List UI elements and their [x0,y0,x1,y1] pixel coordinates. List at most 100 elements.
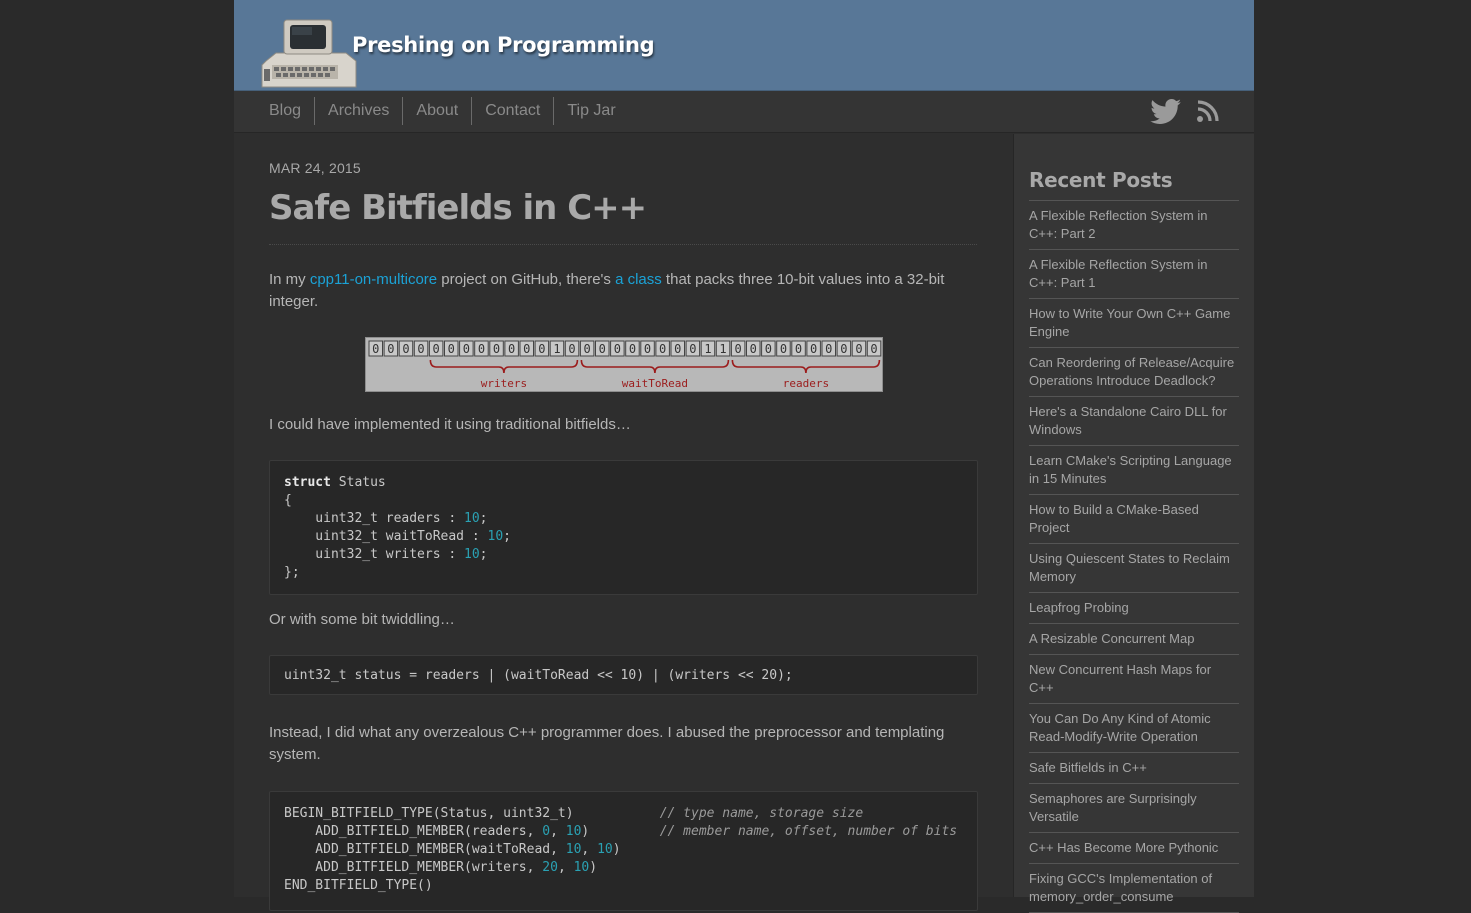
code-text: ) [612,842,621,857]
bitfield-diagram-svg: 0 0 0 0 0 0 0 0 0 0 0 0 1 0 0 0 0 0 0 0 0 0 1 1 0 0 0 0 0 0 0 0 0 0writer… [368,340,882,390]
code-text: { [284,493,292,508]
bit-value: 0 [750,342,757,356]
bit-value: 0 [795,342,802,356]
bit-value: 0 [870,342,877,356]
bitfield-diagram: 0 0 0 0 0 0 0 0 0 0 0 0 1 0 0 0 0 0 0 0 0 0 1 1 0 0 0 0 0 0 0 0 0 0 writer… [365,337,883,392]
bit-value: 0 [659,342,666,356]
recent-post-link[interactable]: How to Build a CMake-Based Project [1029,495,1239,544]
nav-contact[interactable]: Contact [471,97,553,125]
computer-logo-icon[interactable] [258,17,358,89]
intro-text-1: In my [269,271,310,288]
recent-post-link[interactable]: Can Reordering of Release/Acquire Operat… [1029,348,1239,397]
code-block-struct: struct Status { uint32_t readers : 10; u… [269,460,978,595]
bit-value: 0 [840,342,847,356]
post-date: MAR 24, 2015 [269,160,361,176]
bit-value: 0 [493,342,500,356]
group-label: waitToRead [622,377,688,390]
a-class-link[interactable]: a class [615,271,662,288]
page: Preshing on Programming Blog Archives Ab… [234,0,1254,913]
recent-post-link[interactable]: C++ Has Become More Pythonic [1029,833,1239,864]
code-text: ADD_BITFIELD_MEMBER(waitToRead, [284,842,566,857]
code-text: }; [284,565,300,580]
bit-value: 0 [568,342,575,356]
recent-post-link[interactable]: Safe Bitfields in C++ [1029,753,1239,784]
main-nav: Blog Archives About Contact Tip Jar [234,91,1254,133]
code-text: ; [479,511,488,526]
group-brace [580,359,730,374]
cpp11-on-multicore-link[interactable]: cpp11-on-multicore [310,271,437,288]
bit-value: 0 [463,342,470,356]
recent-post-link[interactable]: Here's a Standalone Cairo DLL for Window… [1029,397,1239,446]
code-number: 10 [573,860,590,875]
code-text: ADD_BITFIELD_MEMBER(readers, [284,824,543,839]
recent-post-link[interactable]: How to Write Your Own C++ Game Engine [1029,299,1239,348]
intro-paragraph: In my cpp11-on-multicore project on GitH… [269,269,959,313]
bit-value: 0 [674,342,681,356]
code-text: ; [479,547,488,562]
code-text: END_BITFIELD_TYPE() [284,878,433,893]
code-text: ) [589,860,598,875]
recent-posts-title: Recent Posts [1029,168,1173,192]
code-text: , [581,842,598,857]
intro-text-2: project on GitHub, there's [437,271,616,288]
recent-post-link[interactable]: A Resizable Concurrent Map [1029,624,1239,655]
code-text: uint32_t status = readers | (waitToRead … [284,668,793,683]
bit-value: 0 [599,342,606,356]
preprocessor-paragraph: Instead, I did what any overzealous C++ … [269,724,945,763]
code-text: uint32_t readers : [284,511,465,526]
recent-post-link[interactable]: Using Quiescent States to Reclaim Memory [1029,544,1239,593]
code-block-twiddling: uint32_t status = readers | (waitToRead … [269,655,978,695]
bit-twiddling-paragraph: Or with some bit twiddling… [269,611,455,628]
bit-value: 0 [614,342,621,356]
bit-value: 0 [825,342,832,356]
group-brace [429,359,579,374]
article: MAR 24, 2015 Safe Bitfields in C++ In my… [234,134,1013,911]
bit-value: 0 [810,342,817,356]
bit-value: 0 [855,342,862,356]
bit-value: 1 [719,342,726,356]
nav-about[interactable]: About [402,97,471,125]
code-number: 20 [542,860,558,875]
bitfields-paragraph: I could have implemented it using tradit… [269,416,631,433]
post-title[interactable]: Safe Bitfields in C++ [269,188,647,228]
code-text: ; [503,529,511,544]
bit-value: 0 [478,342,485,356]
recent-post-link[interactable]: Learn CMake's Scripting Language in 15 M… [1029,446,1239,495]
recent-post-link[interactable]: Semaphores are Surprisingly Versatile [1029,784,1239,833]
recent-post-link[interactable]: New Concurrent Hash Maps for C++ [1029,655,1239,704]
code-keyword: struct [284,475,331,490]
nav-tip-jar[interactable]: Tip Jar [553,97,628,125]
code-text: ) [581,824,660,839]
code-number: 10 [464,547,480,562]
recent-post-link[interactable]: A Flexible Reflection System in C++: Par… [1029,250,1239,299]
sidebar: Recent Posts A Flexible Reflection Syste… [1013,134,1254,913]
bit-value: 0 [765,342,772,356]
bit-value: 0 [538,342,545,356]
bit-value: 0 [372,342,379,356]
recent-post-link[interactable]: A Flexible Reflection System in C++: Par… [1029,201,1239,250]
social-icons [1150,99,1220,125]
code-text: BEGIN_BITFIELD_TYPE(Status, uint32_t) [284,806,660,821]
code-number: 10 [565,842,582,857]
recent-post-link[interactable]: Fixing GCC's Implementation of memory_or… [1029,864,1239,913]
rss-icon[interactable] [1196,99,1220,123]
code-number: 0 [542,824,551,839]
code-number: 10 [464,511,480,526]
code-number: 10 [487,529,504,544]
bit-value: 0 [387,342,394,356]
bit-value: 0 [644,342,651,356]
bit-value: 0 [402,342,409,356]
twitter-icon[interactable] [1150,99,1182,125]
bit-value: 0 [735,342,742,356]
code-text: , [550,824,566,839]
code-text: , [557,860,574,875]
recent-posts-list: A Flexible Reflection System in C++: Par… [1029,200,1239,913]
recent-post-link[interactable]: You Can Do Any Kind of Atomic Read-Modif… [1029,704,1239,753]
bit-value: 1 [704,342,711,356]
group-brace [731,359,881,374]
nav-archives[interactable]: Archives [314,97,402,125]
recent-post-link[interactable]: Leapfrog Probing [1029,593,1239,624]
site-title[interactable]: Preshing on Programming [352,33,655,57]
bit-value: 0 [417,342,424,356]
nav-blog[interactable]: Blog [269,97,314,125]
